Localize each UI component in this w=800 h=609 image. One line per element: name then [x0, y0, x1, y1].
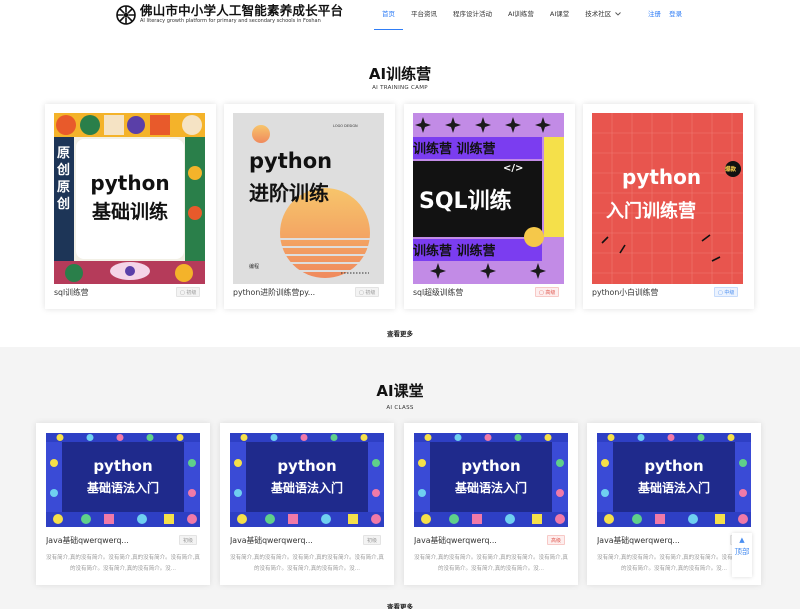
class-card-1[interactable]: python 基础语法入门 Java基础qwerqwerq... 初级 没有简介…: [36, 423, 210, 585]
cover-band-text: 训练营 训练营: [413, 142, 496, 157]
level-badge: ▢ 中级: [714, 287, 739, 297]
cover-burst-text: 爆款: [725, 167, 737, 173]
class-cover-image: python 基础语法入门: [46, 433, 200, 527]
cover-text-1: python: [93, 457, 153, 475]
nav-home[interactable]: 首页: [374, 0, 403, 30]
level-badge: 高级: [547, 535, 566, 545]
class-cover-image: python 基础语法入门: [597, 433, 751, 527]
level-badge: 初级: [363, 535, 382, 545]
calendar-icon: ▢: [718, 290, 723, 296]
calendar-icon: ▢: [539, 290, 544, 296]
camp-cover-image: 训练营 训练营 </> SQL训练 训练营 训练营: [413, 113, 564, 284]
camp-card-title: python小白训练营: [592, 288, 659, 297]
site-title: 佛山市中小学人工智能素养成长平台: [140, 3, 344, 18]
site-subtitle: AI literacy growth platform for primary …: [140, 18, 321, 24]
camp-card-2[interactable]: LOGO DESIGN python 进阶训练 编程 python进阶训练营py…: [224, 104, 395, 309]
camp-cover-image: 原创原创 python 基础训练: [54, 113, 205, 284]
camp-card-title: sql训练营: [54, 288, 89, 297]
class-cover-image: python 基础语法入门: [414, 433, 568, 527]
cover-text-2: 基础语法入门: [86, 481, 159, 495]
back-to-top-label: 顶部: [734, 547, 750, 556]
cover-side-text: 原创原创: [57, 146, 71, 212]
camp-card-1[interactable]: 原创原创 python 基础训练 sql训练营 ▢ 初级: [45, 104, 216, 309]
calendar-icon: ▢: [359, 290, 364, 296]
level-badge: ▢ 高级: [535, 287, 560, 297]
arrow-up-icon: ▲: [739, 536, 745, 544]
class-card-description: 没有简介,真的没有简介。没有简介,真的没有简介。没有简介,真的没有简介。没有简介…: [597, 555, 751, 572]
cover-text-1: python: [644, 457, 704, 475]
camp-card-title: python进阶训练营py...: [233, 288, 316, 297]
logo-icon: [116, 4, 136, 25]
camp-card-title: sql超级训练营: [413, 288, 464, 297]
cover-text-2: 基础语法入门: [637, 481, 710, 495]
cover-text-1: python: [277, 457, 337, 475]
back-to-top-button[interactable]: ▲ 顶部: [732, 533, 752, 577]
nav-programming-activity[interactable]: 程序设计活动: [445, 0, 500, 30]
class-section-title: AI课堂: [376, 382, 424, 400]
camp-section-subtitle: AI TRAINING CAMP: [372, 85, 428, 91]
camp-card-3[interactable]: 训练营 训练营 </> SQL训练 训练营 训练营 sql超级训练营 ▢ 高级: [404, 104, 575, 309]
logo-text: 佛山市中小学人工智能素养成长平台 AI literacy growth plat…: [140, 4, 343, 25]
camp-more-link[interactable]: 查看更多: [0, 328, 800, 338]
nav-ai-camp[interactable]: AI训练营: [500, 0, 542, 30]
cover-text-2: 基础语法入门: [454, 481, 527, 495]
class-card-title: Java基础qwerqwerq...: [414, 536, 497, 545]
nav-news[interactable]: 平台资讯: [403, 0, 445, 30]
level-badge: ▢ 初级: [176, 287, 201, 297]
cover-text-2: 基础训练: [91, 201, 168, 223]
class-card-3[interactable]: python 基础语法入门 Java基础qwerqwerq... 高级 没有简介…: [404, 423, 578, 585]
chevron-down-icon: [615, 12, 622, 16]
class-card-title: Java基础qwerqwerq...: [230, 536, 313, 545]
nav-community[interactable]: 技术社区: [577, 0, 629, 30]
level-badge: ▢ 初级: [355, 287, 380, 297]
camp-section-title: AI训练营: [368, 65, 432, 83]
cover-text-2: SQL训练: [419, 189, 512, 214]
class-card-title: Java基础qwerqwerq...: [597, 536, 680, 545]
nav-ai-class[interactable]: AI课堂: [542, 0, 577, 30]
cover-code-text: </>: [503, 163, 524, 174]
cover-text-1: python: [622, 165, 702, 189]
cover-text-1: python: [90, 171, 170, 195]
register-link[interactable]: 注册: [648, 10, 661, 18]
class-card-description: 没有简介,真的没有简介。没有简介,真的没有简介。没有简介,真的没有简介。没有简介…: [230, 555, 384, 572]
class-card-title: Java基础qwerqwerq...: [46, 536, 129, 545]
cover-text-2: 进阶训练: [249, 181, 329, 205]
top-header: 佛山市中小学人工智能素养成长平台 AI literacy growth plat…: [0, 0, 800, 32]
class-card-2[interactable]: python 基础语法入门 Java基础qwerqwerq... 初级 没有简介…: [220, 423, 394, 585]
cover-band-text: 训练营 训练营: [413, 244, 496, 259]
login-link[interactable]: 登录: [669, 10, 682, 18]
class-card-description: 没有简介,真的没有简介。没有简介,真的没有简介。没有简介,真的没有简介。没有简介…: [46, 555, 200, 572]
auth-links: 注册 登录: [648, 0, 682, 30]
class-section-subtitle: AI CLASS: [386, 405, 414, 411]
camp-card-4[interactable]: 爆款 python 入门训练营 python小白训练营 ▢ 中级: [583, 104, 754, 309]
class-more-link[interactable]: 查看更多: [0, 601, 800, 609]
camp-cover-image: 爆款 python 入门训练营: [592, 113, 743, 284]
main-nav: 首页 平台资讯 程序设计活动 AI训练营 AI课堂 技术社区: [374, 0, 629, 30]
camp-cover-image: LOGO DESIGN python 进阶训练 编程: [233, 113, 384, 284]
calendar-icon: ▢: [180, 290, 185, 296]
cover-logo-text: LOGO DESIGN: [333, 124, 358, 128]
cover-text-2: 入门训练营: [606, 201, 696, 222]
cover-text-1: python: [461, 457, 521, 475]
cover-tag: 编程: [249, 264, 260, 270]
class-card-description: 没有简介,真的没有简介。没有简介,真的没有简介。没有简介,真的没有简介。没有简介…: [414, 555, 568, 572]
level-badge: 初级: [179, 535, 198, 545]
class-cover-image: python 基础语法入门: [230, 433, 384, 527]
cover-text-1: python: [249, 149, 333, 173]
cover-text-2: 基础语法入门: [270, 481, 343, 495]
nav-community-label: 技术社区: [585, 10, 612, 18]
site-logo[interactable]: 佛山市中小学人工智能素养成长平台 AI literacy growth plat…: [116, 4, 343, 25]
